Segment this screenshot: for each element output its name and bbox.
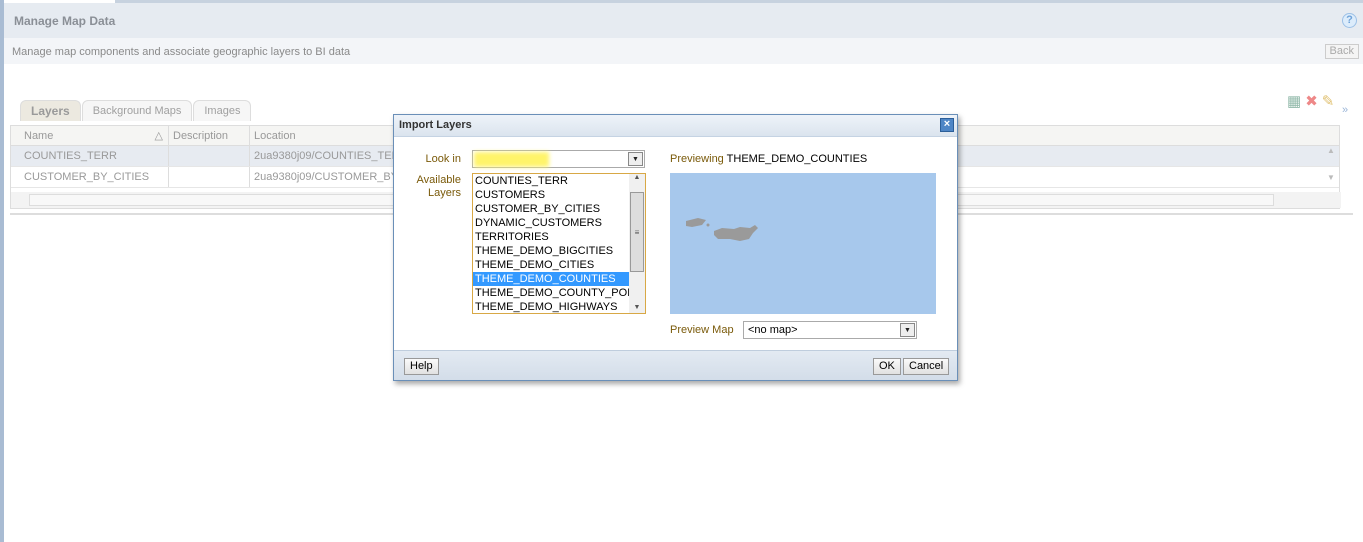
delete-icon[interactable]: ✖ <box>1305 92 1318 110</box>
list-item[interactable]: COUNTIES_TERR <box>473 174 629 188</box>
chevron-down-icon[interactable]: ▼ <box>628 152 643 166</box>
list-item[interactable]: CUSTOMER_BY_CITIES <box>473 202 629 216</box>
close-icon[interactable]: × <box>940 118 954 132</box>
edit-icon[interactable]: ✎ <box>1322 92 1335 110</box>
ok-button[interactable]: OK <box>873 358 901 375</box>
redacted-value <box>474 152 549 167</box>
column-header-description[interactable]: Description <box>169 126 250 145</box>
list-item[interactable]: THEME_DEMO_BIGCITIES <box>473 244 629 258</box>
back-button[interactable]: Back <box>1324 44 1359 59</box>
tab-images[interactable]: Images <box>193 100 252 121</box>
dialog-footer: Help OK Cancel <box>394 350 957 380</box>
cancel-button[interactable]: Cancel <box>903 358 950 375</box>
preview-map-select[interactable]: <no map> ▼ <box>743 321 917 339</box>
list-scrollbar[interactable]: ▲ ≡ ▼ <box>629 174 645 313</box>
list-item[interactable]: DYNAMIC_CUSTOMERS <box>473 216 629 230</box>
preview-map-label: Preview Map <box>670 324 734 336</box>
available-layers-list[interactable]: COUNTIES_TERR CUSTOMERS CUSTOMER_BY_CITI… <box>472 173 646 314</box>
previewing-text: Previewing THEME_DEMO_COUNTIES <box>670 153 868 165</box>
list-item[interactable]: THEME_DEMO_COUNTY_POPDENSITY <box>473 286 629 300</box>
subtitle-band: Manage map components and associate geog… <box>4 38 1363 64</box>
dialog-title: Import Layers <box>394 115 957 137</box>
list-item[interactable]: TERRITORIES <box>473 230 629 244</box>
column-header-name[interactable]: Name △ <box>11 126 169 145</box>
more-icon[interactable]: » <box>1342 104 1348 116</box>
map-preview[interactable] <box>670 173 936 314</box>
left-border <box>0 0 4 542</box>
list-item[interactable]: THEME_DEMO_CITIES <box>473 258 629 272</box>
page-title: Manage Map Data <box>14 14 116 28</box>
tab-bar: Layers Background Maps Images <box>20 100 252 121</box>
page-header: Manage Map Data ? <box>4 3 1363 38</box>
tab-background-maps[interactable]: Background Maps <box>81 100 193 121</box>
chevron-down-icon[interactable]: ▼ <box>900 323 915 337</box>
vertical-scrollbar[interactable]: ▲ ▼ <box>1323 146 1339 192</box>
toolbar: ▦ ✖ ✎ <box>1287 92 1334 110</box>
list-item[interactable]: CUSTOMERS <box>473 188 629 202</box>
look-in-label: Look in <box>425 153 461 165</box>
tab-layers[interactable]: Layers <box>20 100 81 121</box>
map-land-shapes <box>686 218 758 241</box>
import-layer-icon[interactable]: ▦ <box>1287 92 1301 110</box>
sort-ascending-icon[interactable]: △ <box>155 126 163 145</box>
list-item-selected[interactable]: THEME_DEMO_COUNTIES <box>473 272 629 286</box>
look-in-select[interactable]: ▼ <box>472 150 645 168</box>
import-layers-dialog: Import Layers × Look in ▼ Available Layer… <box>393 114 958 381</box>
help-button[interactable]: Help <box>404 358 439 375</box>
page-subtitle: Manage map components and associate geog… <box>12 46 351 58</box>
list-item[interactable]: THEME_DEMO_HIGHWAYS <box>473 300 629 313</box>
help-icon[interactable]: ? <box>1342 13 1357 28</box>
available-layers-label: Available Layers <box>416 174 461 199</box>
